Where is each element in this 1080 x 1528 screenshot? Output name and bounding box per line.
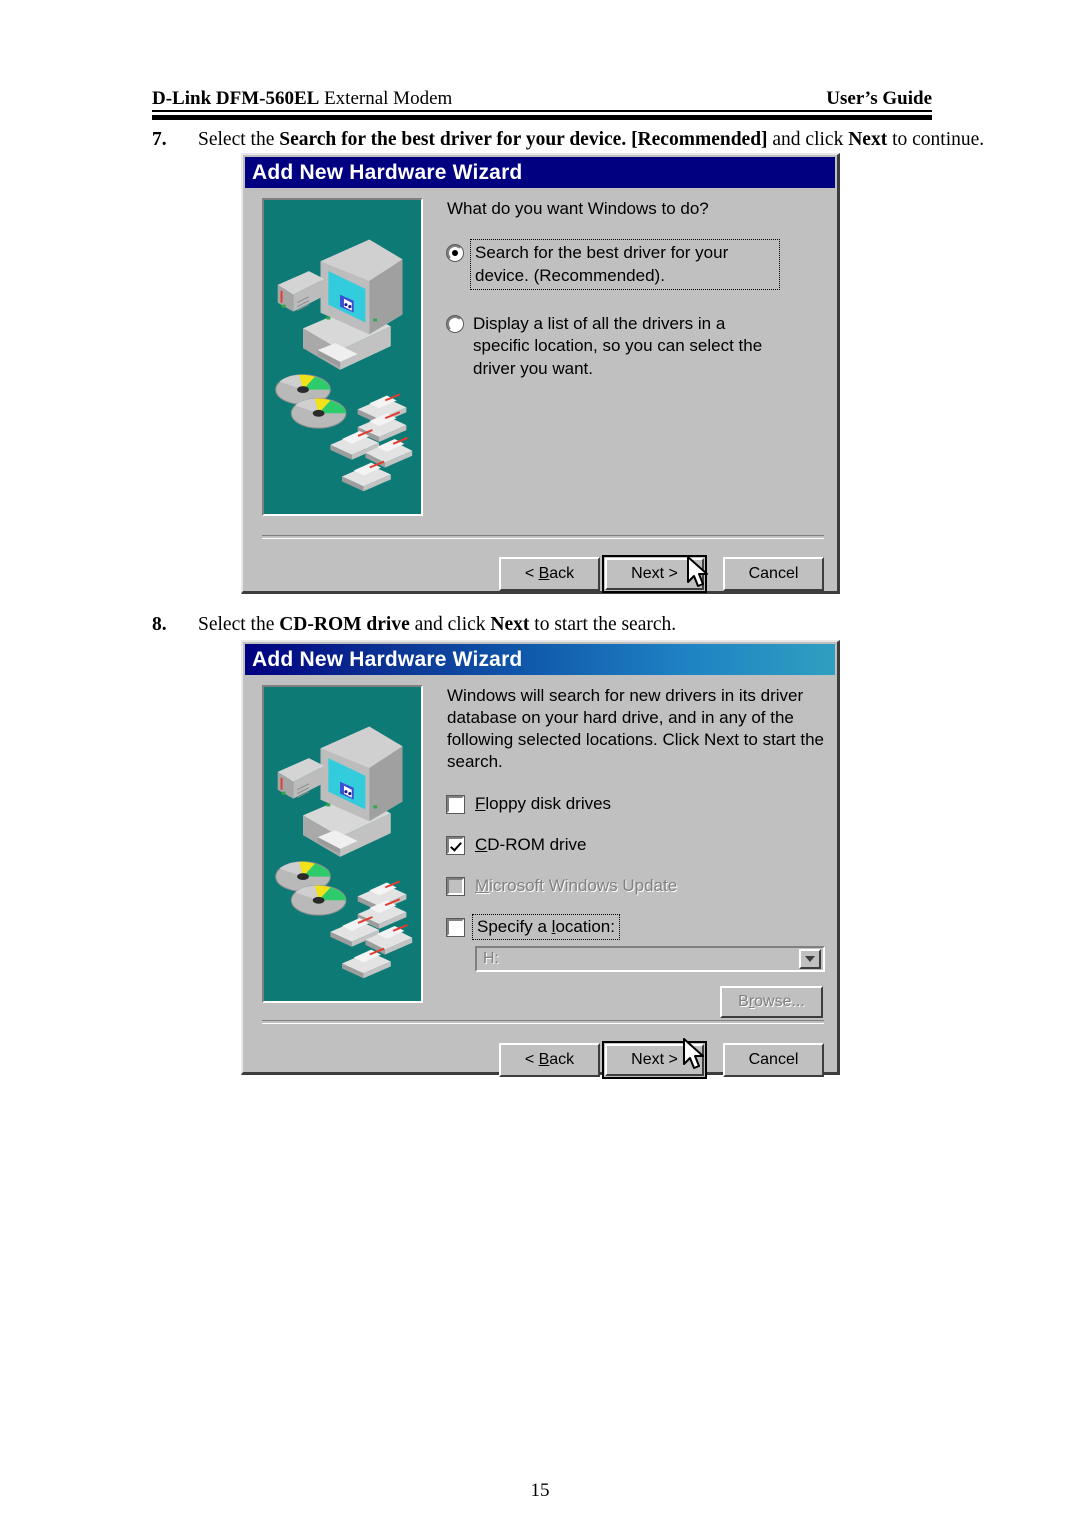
step-7-number: 7. [152,129,167,150]
dialog-1-content: What do you want Windows to do? Search f… [447,198,825,380]
page-header: D-Link DFM-560EL External Modem User’s G… [152,88,932,110]
step-7-part-4: to continue. [887,129,985,150]
step-8-part-4: to start the search. [529,614,677,635]
step-7-part-0: Select the [198,129,280,150]
hardware-illustration-2 [262,685,423,1003]
browse-button[interactable]: Browse... [720,986,823,1019]
step-7-part-3: Next [848,129,888,150]
dialog-2-titlebar: Add New Hardware Wizard [245,644,835,675]
step-8: 8. Select the CD-ROM drive and click Nex… [152,613,676,637]
step-8-part-0: Select the [198,614,280,635]
location-combobox[interactable]: H: [475,946,825,973]
dialog-2-prompt: Windows will search for new drivers in i… [447,686,825,772]
chevron-down-icon[interactable] [799,949,821,970]
step-8-number: 8. [152,614,167,635]
header-rule-thick [152,115,932,120]
checkbox-cd-rom-drive-label: CD-ROM drive [475,835,587,855]
dialog-1-divider [262,535,824,539]
checkbox-microsoft-windows-update-label: Microsoft Windows Update [475,876,678,896]
hardware-illustration-1 [262,198,423,516]
next-button-1[interactable]: Next > [605,558,704,590]
radio-search-best-driver-label: Search for the best driver for your devi… [470,239,780,290]
header-right-title: User’s Guide [826,88,932,109]
checkbox-cd-rom-drive-icon[interactable] [447,836,464,854]
next-button-1-default-frame[interactable]: Next > [602,555,707,593]
add-new-hardware-wizard-dialog-1: Add New Hardware Wizard What do you want… [241,153,840,594]
header-rule-thin [152,110,932,112]
back-button-2[interactable]: < Back [499,1043,600,1077]
step-7: 7. Select the Search for the best driver… [152,128,984,152]
dialog-1-body: What do you want Windows to do? Search f… [243,188,837,593]
step-8-part-3: Next [490,614,530,635]
next-button-2[interactable]: Next > [605,1044,704,1076]
dialog-1-button-bar: < Back Next > Cancel [243,555,824,593]
dialog-2-content: Windows will search for new drivers in i… [447,685,825,1019]
radio-display-list-icon[interactable] [447,315,463,332]
radio-option-search-best-driver[interactable]: Search for the best driver for your devi… [447,239,825,290]
step-8-part-2: and click [409,614,491,635]
location-combobox-value: H: [483,950,499,968]
checkbox-row-microsoft-windows-update: Microsoft Windows Update [447,876,825,896]
header-left-title: D-Link DFM-560EL External Modem [152,88,452,110]
step-8-text: Select the CD-ROM drive and click Next t… [198,613,676,637]
checkbox-microsoft-windows-update-icon [447,877,464,895]
radio-search-best-driver-icon[interactable] [447,245,463,262]
step-8-part-1: CD-ROM drive [279,614,410,635]
computer-media-illustration-svg [275,239,413,492]
checkbox-specify-a-location-label: Specify a location: [472,914,620,941]
checkbox-specify-a-location-icon[interactable] [447,918,464,936]
dialog-1-prompt: What do you want Windows to do? [447,199,709,218]
checkbox-floppy-disk-drives-label: Floppy disk drives [475,794,612,814]
dialog-2-body: Windows will search for new drivers in i… [243,675,837,1079]
add-new-hardware-wizard-dialog-2: Add New Hardware Wizard Windows will sea… [241,640,840,1079]
cancel-button-2[interactable]: Cancel [723,1043,824,1077]
checkbox-floppy-disk-drives-icon[interactable] [447,795,464,813]
checkbox-row-floppy-disk-drives[interactable]: Floppy disk drives [447,794,825,814]
radio-option-display-list[interactable]: Display a list of all the drivers in a s… [447,313,825,380]
dialog-1-titlebar: Add New Hardware Wizard [245,157,835,188]
dialog-1-title: Add New Hardware Wizard [252,160,523,184]
step-7-part-1: Search for the best driver for your devi… [279,129,768,150]
step-7-text: Select the Search for the best driver fo… [198,128,984,152]
dialog-2-title: Add New Hardware Wizard [252,647,523,671]
back-button-1[interactable]: < Back [499,557,600,591]
header-product-name: D-Link DFM-560EL [152,88,320,109]
cancel-button-1[interactable]: Cancel [723,557,824,591]
checkbox-row-specify-a-location[interactable]: Specify a location: [447,914,825,941]
computer-media-illustration-svg-2 [275,726,413,979]
radio-display-list-label: Display a list of all the drivers in a s… [473,313,763,378]
dialog-2-button-bar: < Back Next > Cancel [243,1041,824,1079]
header-product-suffix: External Modem [319,88,453,109]
step-7-part-2: and click [767,129,849,150]
next-button-2-default-frame[interactable]: Next > [602,1041,707,1079]
checkbox-row-cd-rom-drive[interactable]: CD-ROM drive [447,835,825,855]
page-number: 15 [530,1480,550,1501]
dialog-2-divider [262,1020,824,1024]
